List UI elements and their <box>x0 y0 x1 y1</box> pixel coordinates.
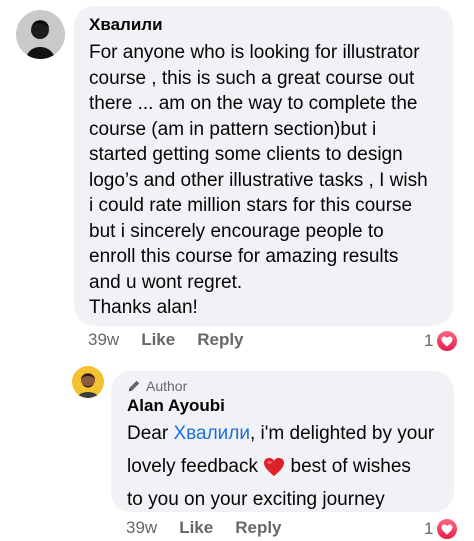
reply-text-part: best of wishes <box>285 456 411 477</box>
comment-line: logo’s and other illustrative tasks , I … <box>89 169 428 191</box>
mention-link[interactable]: Хвалили <box>173 423 250 444</box>
reaction-summary[interactable]: 1 <box>424 517 460 541</box>
comment-line: For anyone who is looking for illustrato… <box>89 42 420 63</box>
comment-line: there ... am on the way to complete the <box>89 93 418 114</box>
reply-actions: 39w Like Reply <box>126 518 304 538</box>
comment-bubble: Хвалили For anyone who is looking for il… <box>74 6 453 326</box>
reply-line: lovely feedback best of wishes <box>127 450 440 483</box>
author-badge: Author <box>127 378 440 394</box>
heart-icon <box>435 517 460 541</box>
comment-timestamp[interactable]: 39w <box>88 330 119 350</box>
red-heart-emoji <box>263 457 285 477</box>
comment-line: i could rate million stars for this cour… <box>89 195 413 216</box>
reply-line: Dear Хвалили, i'm delighted by your <box>127 417 440 450</box>
reaction-count: 1 <box>424 331 434 350</box>
author-avatar[interactable] <box>72 366 104 398</box>
comment-line: but i sincerely encourage people to <box>89 220 384 242</box>
reply-line: to you on your exciting journey <box>127 489 385 510</box>
reply-text-prefix: Dear <box>127 423 174 444</box>
reply-text: Dear Хвалили, i'm delighted by your love… <box>127 417 440 516</box>
reply-bubble: Author Alan Ayoubi Dear Хвалили, i'm del… <box>111 371 454 512</box>
reaction-count: 1 <box>424 519 434 538</box>
reply-timestamp[interactable]: 39w <box>126 518 157 538</box>
reaction-summary[interactable]: 1 <box>424 329 460 353</box>
reply-text-part: lovely feedback <box>127 456 264 477</box>
comment-text: For anyone who is looking for illustrato… <box>89 40 439 321</box>
like-button[interactable]: Like <box>179 518 213 538</box>
like-button[interactable]: Like <box>141 330 175 350</box>
comment-line: enroll this course for amazing results <box>89 246 399 267</box>
comment-line: course (am in pattern section)but i <box>89 118 377 140</box>
comment-author-name[interactable]: Хвалили <box>89 15 439 35</box>
reply-author-name[interactable]: Alan Ayoubi <box>127 396 440 416</box>
pencil-icon <box>127 379 141 393</box>
comment-actions: 39w Like Reply <box>88 330 266 350</box>
comment-line: Thanks alan! <box>89 297 198 318</box>
reply-text-part: , i'm delighted by your <box>250 423 435 444</box>
commenter-avatar[interactable] <box>16 10 65 59</box>
reply-button[interactable]: Reply <box>197 330 243 350</box>
comment-line: and u wont regret. <box>89 271 243 293</box>
heart-icon <box>435 329 460 353</box>
comment-line: course , this is such a great course out <box>89 67 415 89</box>
author-badge-label: Author <box>146 378 188 394</box>
reply-button[interactable]: Reply <box>235 518 281 538</box>
comment-line: started getting some clients to design <box>89 144 403 165</box>
